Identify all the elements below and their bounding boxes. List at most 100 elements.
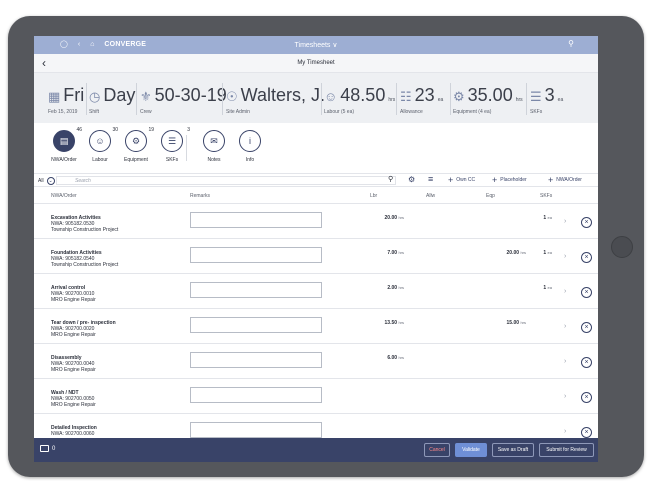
tab-label: Labour	[92, 157, 108, 163]
remarks-input[interactable]	[190, 317, 322, 333]
chevron-right-icon[interactable]: ›	[564, 428, 566, 435]
column-header-skfs[interactable]: SKFs	[540, 193, 552, 199]
page-title: My Timesheet	[297, 60, 335, 66]
tab-label: Equipment	[124, 157, 148, 163]
validate-button[interactable]: Validate	[455, 443, 487, 457]
remove-row-button[interactable]: ×	[581, 322, 592, 333]
remarks-input[interactable]	[190, 352, 322, 368]
row-lbr-unit: hrs	[398, 355, 404, 360]
summary-crew-value: 50-30-19	[154, 85, 227, 105]
tab-nwa-order[interactable]: ▤ 46 NWA/Order	[44, 127, 84, 163]
save-draft-button[interactable]: Save as Draft	[492, 443, 534, 457]
summary-date[interactable]: ▦ Fri Feb 15, 2019	[48, 85, 84, 115]
add-placeholder-button[interactable]: + Placeholder	[492, 176, 527, 185]
remarks-input[interactable]	[190, 422, 322, 438]
summary-skfs[interactable]: ☰ 3 ea SKFs	[530, 85, 563, 115]
remove-row-button[interactable]: ×	[581, 287, 592, 298]
row-description: Wash / NDT NWA: 902700.0050 MRO Engine Rep…	[51, 390, 96, 408]
remove-row-button[interactable]: ×	[581, 392, 592, 403]
tablet-home-button[interactable]	[611, 236, 633, 258]
remove-row-button[interactable]: ×	[581, 217, 592, 228]
add-own-cc-button[interactable]: + Own CC	[448, 176, 476, 185]
add-nwa-order-button[interactable]: + NWA/Order	[548, 176, 582, 185]
action-footer: 0 Cancel Validate Save as Draft Submit f…	[34, 438, 598, 462]
table-row[interactable]: Wash / NDT NWA: 902700.0050 MRO Engine Rep…	[34, 379, 598, 414]
list-icon[interactable]: ≡	[428, 174, 433, 184]
search-icon[interactable]: ⚲	[568, 39, 574, 48]
remove-row-button[interactable]: ×	[581, 252, 592, 263]
row-project: MRO Engine Repair	[51, 332, 96, 338]
app-title[interactable]: Timesheets ∨	[34, 41, 598, 49]
cancel-button[interactable]: Cancel	[424, 443, 450, 457]
filter-bar: All ⌄ Search ⚲ ⚙ ≡ + Own CC + Placeholder …	[34, 173, 598, 187]
row-project: Township Construction Project	[51, 262, 119, 268]
summary-person-label: Site Admin	[226, 109, 250, 115]
summary-equipment-value: 35.00	[467, 85, 513, 105]
remarks-input[interactable]	[190, 282, 322, 298]
chevron-right-icon[interactable]: ›	[564, 358, 566, 365]
tab-info[interactable]: i Info	[230, 130, 270, 163]
row-description: Tear down / pre- inspection NWA: 902700.0…	[51, 320, 116, 338]
column-header-allw[interactable]: Allw	[426, 193, 435, 199]
summary-crew[interactable]: ⚜ 50-30-19 Crew	[140, 85, 227, 115]
summary-shift[interactable]: ◷ Day Shift	[89, 85, 135, 115]
tab-labour[interactable]: ☺ 30 Labour	[80, 127, 120, 163]
summary-person[interactable]: ☉ Walters, J. Site Admin	[226, 85, 325, 115]
comment-icon	[40, 445, 49, 452]
chevron-right-icon[interactable]: ›	[564, 288, 566, 295]
row-lbr-unit: hrs	[398, 285, 404, 290]
chevron-right-icon[interactable]: ›	[564, 393, 566, 400]
app-bar: ◯ ‹ ⌂ CONVERGE Timesheets ∨ ⚲	[34, 36, 598, 54]
search-icon[interactable]: ⚲	[388, 175, 393, 183]
search-input[interactable]: Search	[56, 176, 396, 185]
remarks-input[interactable]	[190, 247, 322, 263]
remarks-input[interactable]	[190, 387, 322, 403]
row-lbr: 20.00 hrs	[364, 215, 404, 221]
row-skfs: 1 ea	[512, 285, 552, 291]
row-lbr-value: 6.00	[387, 355, 398, 361]
clipboard-icon: ▤ 46	[53, 127, 82, 152]
tab-notes[interactable]: ✉ Notes	[194, 130, 234, 163]
summary-allowance[interactable]: ☷ 23 ea Allowance	[400, 85, 443, 115]
remove-row-button[interactable]: ×	[581, 427, 592, 438]
tab-equipment[interactable]: ⚙ 19 Equipment	[116, 127, 156, 163]
column-header-remarks[interactable]: Remarks	[190, 193, 210, 199]
filter-all-label: All	[38, 178, 44, 184]
divider	[222, 83, 223, 115]
section-tabs: ▤ 46 NWA/Order ☺ 30 Labour ⚙ 19 Equipment ☰…	[34, 123, 598, 173]
chevron-right-icon[interactable]: ›	[564, 253, 566, 260]
divider	[86, 83, 87, 115]
gear-icon[interactable]: ⚙	[408, 175, 415, 184]
row-skfs-value: 1	[543, 215, 547, 221]
row-project: MRO Engine Repair	[51, 297, 96, 303]
table-row[interactable]: Foundation Activities NWA: 905182.0540 Tow…	[34, 239, 598, 274]
submit-for-review-button[interactable]: Submit for Review	[539, 443, 594, 457]
add-own-cc-label: Own CC	[456, 177, 476, 183]
timesheet-summary: ▦ Fri Feb 15, 2019 ◷ Day Shift ⚜ 50-30-19 C…	[34, 73, 598, 123]
app-screen: ◯ ‹ ⌂ CONVERGE Timesheets ∨ ⚲ ‹ My Times…	[34, 36, 598, 462]
row-lbr-value: 20.00	[384, 215, 398, 221]
comments-count[interactable]: 0	[40, 445, 55, 452]
summary-labour[interactable]: ☺ 48.50 hrs Labour (5 ea)	[324, 85, 395, 115]
remove-row-button[interactable]: ×	[581, 357, 592, 368]
table-row[interactable]: Tear down / pre- inspection NWA: 902700.0…	[34, 309, 598, 344]
table-row[interactable]: Excavation Activities NWA: 905182.0530 Tow…	[34, 204, 598, 239]
row-skfs-unit: ea	[547, 285, 552, 290]
filter-all-dropdown[interactable]: All ⌄	[38, 177, 55, 185]
row-skfs-unit: ea	[547, 215, 552, 220]
tab-label: Notes	[207, 157, 221, 163]
column-header-nwa[interactable]: NWA/Order	[51, 193, 77, 199]
column-header-lbr[interactable]: Lbr	[370, 193, 377, 199]
summary-date-value: Fri	[63, 85, 85, 105]
remarks-input[interactable]	[190, 212, 322, 228]
row-eqp: 15.00 hrs	[486, 320, 526, 326]
tab-label: Info	[245, 157, 255, 163]
column-header-eqp[interactable]: Eqp	[486, 193, 495, 199]
table-row[interactable]: Arrival control NWA: 902700.0010 MRO Engin…	[34, 274, 598, 309]
table-row[interactable]: Disassembly NWA: 902700.0040 MRO Engine Re…	[34, 344, 598, 379]
chevron-right-icon[interactable]: ›	[564, 323, 566, 330]
summary-person-value: Walters, J.	[240, 85, 325, 105]
summary-equipment[interactable]: ⚙ 35.00 hrs Equipment (4 ea)	[453, 85, 523, 115]
chevron-right-icon[interactable]: ›	[564, 218, 566, 225]
divider	[396, 83, 397, 115]
